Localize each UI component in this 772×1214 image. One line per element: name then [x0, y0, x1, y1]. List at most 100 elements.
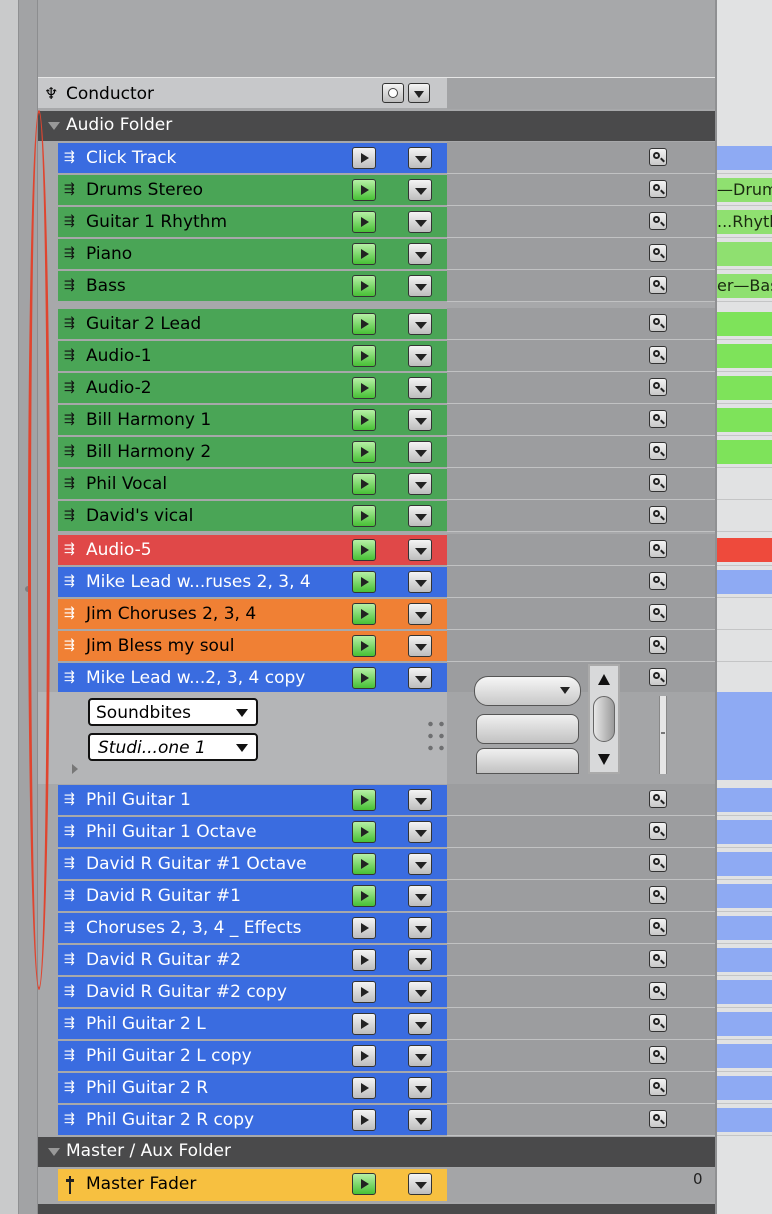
track-play-button[interactable] — [352, 409, 376, 431]
track-row[interactable]: ⇶ Bass — [38, 270, 715, 302]
track-menu-button[interactable] — [408, 409, 432, 431]
timeline-track-lane[interactable] — [717, 816, 772, 848]
magnifier-icon[interactable] — [649, 918, 667, 936]
timeline-track-lane[interactable] — [717, 1008, 772, 1040]
magnifier-icon[interactable] — [649, 506, 667, 524]
track-play-button[interactable] — [352, 635, 376, 657]
track-name[interactable]: Phil Guitar 2 L copy — [86, 1046, 252, 1066]
track-name[interactable]: Mike Lead w...ruses 2, 3, 4 — [86, 572, 311, 592]
timeline-track-lane[interactable] — [717, 598, 772, 630]
drag-grip-icon[interactable] — [425, 718, 447, 756]
timeline-track-lane[interactable] — [717, 500, 772, 532]
track-play-button[interactable] — [352, 1013, 376, 1035]
track-row[interactable]: ⇶ Click Track — [38, 142, 715, 174]
timeline-track-lane[interactable] — [717, 308, 772, 340]
track-header[interactable]: ⇶ Guitar 1 Rhythm — [58, 207, 447, 237]
track-menu-button[interactable] — [408, 635, 432, 657]
track-row[interactable]: ⇶ Phil Guitar 1 — [38, 784, 715, 816]
track-play-button[interactable] — [352, 441, 376, 463]
audio-clip[interactable] — [717, 408, 772, 432]
track-name[interactable]: David R Guitar #2 — [86, 950, 241, 970]
audio-clip[interactable] — [717, 884, 772, 908]
playlist-dropdown[interactable]: Studi...one 1 — [88, 733, 258, 761]
conductor-record-button[interactable] — [382, 83, 404, 103]
magnifier-icon[interactable] — [649, 346, 667, 364]
track-play-button[interactable] — [352, 243, 376, 265]
track-header[interactable]: ⇶ David R Guitar #1 — [58, 881, 447, 911]
track-header[interactable]: ⇶ Drums Stereo — [58, 175, 447, 205]
track-row[interactable]: ⇶ Audio-2 — [38, 372, 715, 404]
audio-clip[interactable] — [717, 852, 772, 876]
magnifier-icon[interactable] — [649, 212, 667, 230]
track-play-button[interactable] — [352, 473, 376, 495]
track-play-button[interactable] — [352, 821, 376, 843]
audio-clip[interactable] — [717, 472, 772, 496]
track-name[interactable]: Phil Guitar 1 — [86, 790, 191, 810]
track-play-button[interactable] — [352, 571, 376, 593]
track-row[interactable]: ⇶ Phil Guitar 1 Octave — [38, 816, 715, 848]
magnifier-icon[interactable] — [649, 886, 667, 904]
track-row[interactable]: ⇶ Phil Guitar 2 R copy — [38, 1104, 715, 1136]
track-header[interactable]: ⇶ Audio-5 — [58, 535, 447, 565]
folder-disclosure-icon[interactable] — [48, 1148, 60, 1156]
track-play-button[interactable] — [352, 853, 376, 875]
track-name[interactable]: Choruses 2, 3, 4 _ Effects — [86, 918, 302, 938]
track-play-button[interactable] — [352, 313, 376, 335]
track-menu-button[interactable] — [408, 821, 432, 843]
track-row[interactable]: ⇶ Phil Guitar 2 L — [38, 1008, 715, 1040]
track-name[interactable]: Phil Guitar 2 L — [86, 1014, 206, 1034]
timeline-track-lane[interactable] — [717, 566, 772, 598]
timeline-track-lane[interactable] — [717, 1104, 772, 1136]
track-row[interactable]: ⇶ Jim Bless my soul — [38, 630, 715, 662]
audio-clip[interactable] — [717, 1044, 772, 1068]
track-play-button[interactable] — [352, 1045, 376, 1067]
track-zoom-slider[interactable] — [659, 696, 667, 774]
track-row[interactable]: ⇶ Guitar 1 Rhythm — [38, 206, 715, 238]
master-fader-track[interactable]: Master Fader 0 — [38, 1168, 715, 1202]
master-menu-button[interactable] — [408, 1173, 432, 1195]
scroll-thumb[interactable] — [593, 696, 615, 742]
magnifier-icon[interactable] — [649, 822, 667, 840]
track-name[interactable]: Jim Choruses 2, 3, 4 — [86, 604, 256, 624]
magnifier-icon[interactable] — [649, 636, 667, 654]
track-menu-button[interactable] — [408, 377, 432, 399]
audio-clip[interactable] — [717, 570, 772, 594]
track-row[interactable]: ⇶ Piano — [38, 238, 715, 270]
track-name[interactable]: Audio-5 — [86, 540, 152, 560]
track-name[interactable]: Piano — [86, 244, 132, 264]
audio-folder-header[interactable]: Audio Folder — [38, 111, 715, 141]
audio-clip[interactable] — [717, 820, 772, 844]
track-header[interactable]: ⇶ Bass — [58, 271, 447, 301]
track-name[interactable]: Bill Harmony 2 — [86, 442, 211, 462]
track-play-button[interactable] — [352, 505, 376, 527]
output-select-button[interactable] — [476, 714, 579, 744]
track-header[interactable]: ⇶ Jim Bless my soul — [58, 631, 447, 661]
disclosure-triangle-icon[interactable] — [72, 764, 78, 774]
magnifier-icon[interactable] — [649, 668, 667, 686]
track-menu-button[interactable] — [408, 1045, 432, 1067]
track-header[interactable]: ⇶ Choruses 2, 3, 4 _ Effects — [58, 913, 447, 943]
track-name[interactable]: Phil Guitar 2 R copy — [86, 1110, 254, 1130]
track-header[interactable]: ⇶ Bill Harmony 1 — [58, 405, 447, 435]
timeline-track-lane[interactable] — [717, 534, 772, 566]
track-row[interactable]: ⇶ Audio-1 — [38, 340, 715, 372]
track-name[interactable]: Click Track — [86, 148, 176, 168]
scroll-down-icon[interactable] — [598, 754, 610, 765]
track-header[interactable]: ⇶ Guitar 2 Lead — [58, 309, 447, 339]
track-row[interactable]: ⇶ David R Guitar #2 — [38, 944, 715, 976]
track-menu-button[interactable] — [408, 571, 432, 593]
track-name[interactable]: David's vical — [86, 506, 193, 526]
track-name[interactable]: Phil Guitar 2 R — [86, 1078, 208, 1098]
timeline-track-lane[interactable]: er—Bas — [717, 270, 772, 302]
magnifier-icon[interactable] — [649, 1046, 667, 1064]
track-menu-button[interactable] — [408, 603, 432, 625]
track-header[interactable]: ⇶ David R Guitar #1 Octave — [58, 849, 447, 879]
magnifier-icon[interactable] — [649, 1014, 667, 1032]
track-menu-button[interactable] — [408, 441, 432, 463]
track-play-button[interactable] — [352, 789, 376, 811]
magnifier-icon[interactable] — [649, 474, 667, 492]
track-play-button[interactable] — [352, 1109, 376, 1131]
track-name[interactable]: Mike Lead w...2, 3, 4 copy — [86, 668, 305, 688]
track-play-button[interactable] — [352, 1077, 376, 1099]
track-play-button[interactable] — [352, 603, 376, 625]
